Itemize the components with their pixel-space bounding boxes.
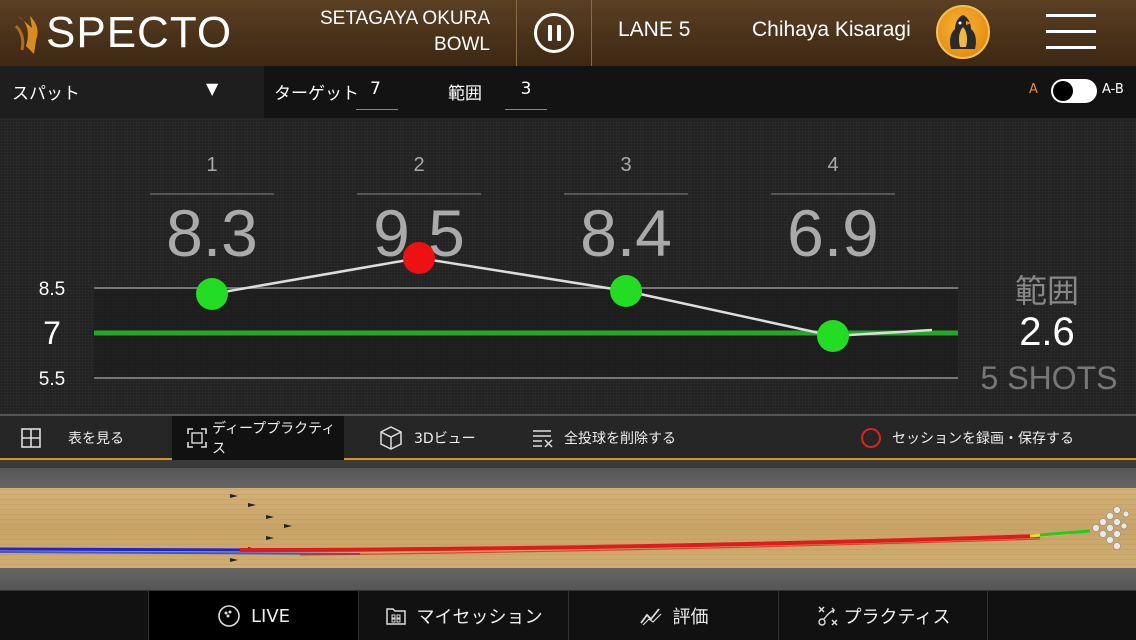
logo-mark-icon [14, 16, 38, 54]
range-label: 範囲 [448, 84, 482, 104]
3d-view-label: 3Dビュー [414, 431, 476, 447]
spot-dropdown[interactable]: スパット ▼ [0, 66, 264, 118]
shot-point-in [196, 278, 228, 310]
practice-icon [816, 604, 840, 628]
pin [1113, 542, 1121, 550]
mode-a-label: A [1029, 82, 1038, 97]
shot-number: 1 [206, 154, 217, 176]
3d-view-button[interactable]: 3Dビュー [378, 416, 476, 460]
hamburger-menu-bar [1046, 30, 1096, 33]
frame-icon [186, 427, 208, 449]
tab-evaluation-label: 評価 [672, 607, 709, 628]
avatar[interactable] [936, 5, 990, 59]
pin [1113, 530, 1121, 538]
lane-view [0, 460, 1136, 590]
view-table-label: 表を見る [68, 431, 124, 447]
pin [1106, 512, 1114, 520]
y-tick-label: 7 [43, 315, 61, 351]
tab-evaluation[interactable]: 評価 [568, 591, 778, 640]
lane-number: LANE 5 [618, 18, 691, 41]
pause-icon [547, 25, 552, 41]
record-session-label: セッションを録画・保存する [892, 431, 1074, 447]
menu-button[interactable] [1046, 14, 1096, 50]
target-label: ターゲット [274, 84, 359, 104]
toggle-knob [1053, 81, 1073, 101]
mode-ab-label: A-B [1102, 82, 1124, 97]
chevron-down-icon: ▼ [206, 79, 219, 98]
deep-practice-label: ディーププラクティス [212, 421, 336, 457]
venue-name: SETAGAYA OKURA BOWL [300, 6, 490, 58]
pause-button[interactable] [534, 13, 574, 53]
app-header: SPECTO SETAGAYA OKURA BOWL LANE 5 Chihay… [0, 0, 1136, 66]
logo-text: SPECTO [46, 8, 233, 57]
bowling-ball-icon [217, 604, 241, 628]
grid-icon [20, 427, 42, 449]
lane-boards [0, 488, 1136, 568]
record-icon [860, 427, 882, 449]
y-tick-label: 8.5 [39, 279, 65, 300]
range-input[interactable]: 3 [505, 79, 547, 110]
deep-practice-button[interactable]: ディーププラクティス [172, 416, 344, 460]
shot-point-out [403, 242, 435, 274]
header-divider [516, 0, 517, 66]
shot-number: 3 [620, 154, 631, 176]
spot-dropdown-label: スパット [12, 84, 80, 104]
shot-value: 8.3 [166, 196, 258, 270]
y-tick-label: 5.5 [39, 369, 65, 390]
sessions-icon [385, 605, 407, 627]
shot-number: 2 [413, 154, 424, 176]
delete-all-shots-label: 全投球を削除する [564, 431, 676, 447]
pin [1113, 506, 1121, 514]
tab-practice[interactable]: プラクティス [778, 591, 988, 640]
range-stat-value: 2.6 [1019, 310, 1075, 354]
pin [1106, 536, 1114, 544]
trend-icon [639, 605, 663, 627]
action-toolbar: 表を見る ディーププラクティス 3Dビュー 全投球を削除する セッションを録画・… [0, 414, 1136, 460]
shot-point-in [610, 275, 642, 307]
shot-count: 5 SHOTS [980, 360, 1118, 396]
pause-icon-bar [556, 25, 561, 41]
penguin-avatar-icon [950, 15, 976, 49]
tab-my-sessions-label: マイセッション [416, 607, 543, 628]
pin [1092, 524, 1100, 532]
pin [1113, 518, 1121, 526]
bottom-nav: LIVE マイセッション 評価 プラクティス [0, 590, 1136, 640]
tab-my-sessions[interactable]: マイセッション [358, 591, 568, 640]
tab-practice-label: プラクティス [843, 607, 951, 628]
pin [1106, 524, 1114, 532]
tab-live-label: LIVE [250, 605, 291, 627]
hamburger-menu-icon [1046, 14, 1096, 17]
venue-line-2: BOWL [434, 34, 490, 55]
delete-all-shots-button[interactable]: 全投球を削除する [532, 416, 676, 460]
header-divider [591, 0, 592, 66]
specto-logo: SPECTO [14, 8, 232, 58]
pin [1122, 510, 1130, 518]
shot-point-in [817, 320, 849, 352]
view-table-button[interactable]: 表を見る [20, 416, 124, 460]
tab-live[interactable]: LIVE [148, 591, 358, 640]
chart-svg: 8.575.518.329.538.446.9 [39, 154, 958, 390]
shot-value: 6.9 [787, 196, 879, 270]
range-stat-title: 範囲 [1014, 272, 1079, 310]
venue-line-1: SETAGAYA OKURA [320, 8, 490, 29]
cube-icon [378, 425, 404, 451]
user-name[interactable]: Chihaya Kisaragi [752, 18, 911, 42]
ball-trail-early [0, 547, 271, 552]
mode-toggle[interactable] [1051, 79, 1097, 103]
pin [1099, 530, 1107, 538]
filter-bar: スパット ▼ ターゲット 7 範囲 3 A A-B [0, 66, 1136, 118]
target-input[interactable]: 7 [356, 79, 398, 110]
pin [1120, 522, 1128, 530]
spot-chart: 8.5 7 5.5 1 8.3 2 9.5 3 8.4 4 6.9 範囲 2.6 5 SHOTS [0, 118, 1136, 414]
lane-svg [0, 488, 1136, 568]
clear-list-icon [532, 427, 554, 449]
pin [1099, 518, 1107, 526]
record-session-button[interactable]: セッションを録画・保存する [860, 416, 1074, 460]
shot-value: 8.4 [580, 196, 672, 270]
shot-number: 4 [827, 154, 838, 176]
hamburger-menu-bar [1046, 46, 1096, 49]
